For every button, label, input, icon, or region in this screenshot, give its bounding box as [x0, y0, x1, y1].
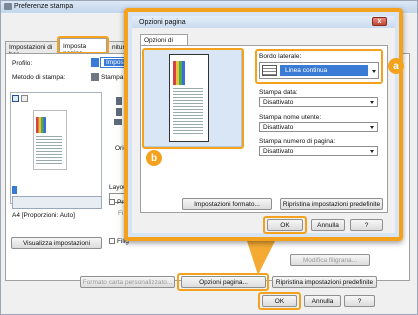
print-method-label: Metodo di stampa: [12, 74, 66, 81]
chevron-down-icon [370, 126, 374, 129]
dialog-restore-defaults-label: Ripristina impostazioni predefinite [282, 200, 381, 208]
view-settings-button[interactable]: Visualizza impostazioni [11, 237, 102, 249]
fi-label: Fi [118, 210, 124, 217]
paper-info: A4 [Proporzioni: Auto] [12, 212, 75, 219]
format-settings-label: Impostazioni formato... [194, 200, 260, 208]
border-value: Linea continua [285, 67, 328, 74]
preview-layout-buttons[interactable] [12, 196, 102, 209]
chevron-down-icon [370, 101, 374, 104]
print-page-number-select[interactable]: Disattivato [259, 146, 378, 156]
printer-icon [4, 3, 12, 10]
callout-b: b [146, 150, 162, 166]
close-icon: x [377, 18, 382, 25]
dialog-preview-text [173, 88, 203, 136]
callout-b-label: b [150, 152, 158, 164]
print-date-label: Stampa data: [259, 89, 298, 96]
orientation-icon [116, 97, 122, 105]
print-page-number-value: Disattivato [263, 147, 294, 155]
main-restore-defaults-label: Ripristina impostazioni predefinite [275, 278, 374, 286]
main-cancel-label: Annulla [311, 297, 334, 305]
tab-impostazioni-base[interactable]: Impostazioni di bas [5, 41, 58, 58]
main-help-button[interactable]: ? [344, 295, 375, 307]
print-user-select[interactable]: Disattivato [259, 122, 378, 132]
print-method-value: Stampa [101, 74, 124, 81]
chevron-down-icon [372, 70, 376, 73]
main-help-label: ? [357, 297, 362, 305]
tab-highlight [57, 36, 109, 54]
main-preview-text [36, 136, 62, 164]
callout-a: a [388, 58, 404, 74]
print-user-value: Disattivato [263, 123, 294, 131]
main-restore-defaults-button[interactable]: Ripristina impostazioni predefinite [272, 276, 377, 288]
edit-watermark-button[interactable]: Modifica filigrana... [290, 254, 370, 266]
preview-toggle-icon-2[interactable] [21, 95, 28, 102]
print-method-icon [91, 73, 99, 81]
border-label: Bordo laterale: [259, 53, 302, 60]
dialog-cancel-button[interactable]: Annulla [311, 219, 345, 231]
dialog-ok-highlight [263, 216, 307, 234]
profile-label: Profilo: [12, 60, 33, 67]
main-cancel-button[interactable]: Annulla [304, 295, 341, 307]
border-line-icon [262, 65, 277, 76]
dialog-close-button[interactable]: x [372, 17, 387, 26]
layout-bar [12, 186, 17, 194]
main-title: Preferenze stampa [14, 3, 74, 10]
dialog-restore-defaults-button[interactable]: Ripristina impostazioni predefinite [280, 198, 383, 210]
dialog-help-button[interactable]: ? [350, 219, 383, 231]
main-preview-image [36, 117, 46, 133]
custom-paper-button[interactable]: Formato carta personalizzato... [80, 276, 175, 288]
callout-a-label: a [393, 60, 399, 72]
watermark-checkbox[interactable] [109, 238, 115, 244]
main-ok-highlight [258, 292, 301, 310]
prop-checkbox[interactable] [109, 199, 115, 205]
tab-layout-options[interactable]: Opzioni di layout [140, 34, 188, 51]
view-settings-label: Visualizza impostazioni [22, 239, 91, 247]
orientation-icon-2 [116, 108, 122, 116]
print-page-number-label: Stampa numero di pagina: [259, 138, 336, 145]
format-settings-button[interactable]: Impostazioni formato... [182, 198, 272, 210]
edit-watermark-label: Modifica filigrana... [302, 256, 358, 264]
dialog-preview-image [173, 61, 185, 85]
profile-icon [91, 58, 99, 67]
print-date-value: Disattivato [263, 98, 294, 106]
dialog-help-label: ? [364, 221, 369, 229]
dialog-cancel-label: Annulla [317, 221, 339, 229]
custom-paper-label: Formato carta personalizzato... [82, 278, 173, 286]
orientation-icon-3 [114, 119, 122, 125]
print-date-select[interactable]: Disattivato [259, 97, 378, 107]
chevron-down-icon [370, 150, 374, 153]
print-user-label: Stampa nome utente: [259, 114, 322, 121]
dialog-title: Opzioni pagina [139, 19, 186, 26]
preview-toggle-icon[interactable] [12, 95, 19, 102]
